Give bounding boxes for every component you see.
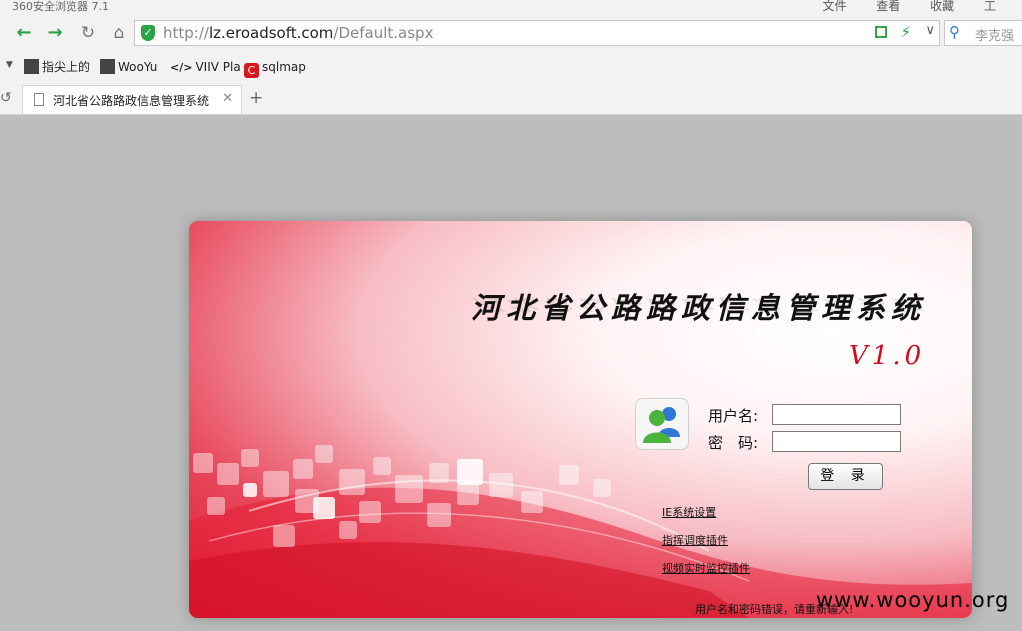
favorites-bar: ▼ 指尖上的 WooYu </> VIIV Pla Csqlmap — [0, 52, 1022, 82]
code-icon: </> — [170, 61, 193, 74]
menu-tools[interactable]: 工 — [984, 0, 996, 13]
browser-title-bar: 360安全浏览器 7.1 文件 查看 收藏 工 — [0, 0, 1022, 14]
password-label: 密 码: — [708, 434, 759, 452]
home-icon[interactable]: ⌂ — [107, 22, 131, 44]
url-host: lz.eroadsoft.com — [208, 24, 334, 42]
login-button[interactable]: 登 录 — [808, 463, 883, 490]
video-monitor-plugin-link[interactable]: 视频实时监控插件 — [662, 560, 750, 576]
avatar-icon — [24, 59, 39, 74]
login-panel: 河北省公路路政信息管理系统 河北省公路路政信息管理系统 V1.0 用户名: 密 … — [189, 221, 972, 618]
restore-tab-icon[interactable]: ↺ — [0, 90, 12, 106]
search-box[interactable]: ⚲ 李克强 — [944, 20, 1022, 46]
favorite-label: WooYu — [118, 60, 158, 74]
favorite-item[interactable]: Csqlmap — [244, 58, 306, 78]
browser-menu: 文件 查看 收藏 工 — [822, 0, 1022, 14]
lightning-icon[interactable]: ⚡ — [900, 23, 911, 41]
dispatch-plugin-link[interactable]: 指挥调度插件 — [662, 532, 728, 548]
menu-favorites[interactable]: 收藏 — [930, 0, 954, 13]
new-tab-icon[interactable]: + — [249, 88, 263, 108]
username-input[interactable] — [772, 404, 901, 425]
username-label: 用户名: — [708, 407, 759, 425]
ie-settings-link[interactable]: IE系统设置 — [662, 504, 716, 520]
forward-arrow-icon[interactable]: → — [43, 22, 67, 44]
tab-title: 河北省公路路政信息管理系统 — [53, 94, 210, 108]
qr-code-icon[interactable] — [875, 26, 887, 38]
back-arrow-icon[interactable]: ← — [12, 22, 36, 44]
password-input[interactable] — [772, 431, 901, 452]
favorite-label: 指尖上的 — [42, 60, 91, 74]
wooyun-icon — [100, 59, 115, 74]
close-icon[interactable]: ✕ — [222, 91, 233, 106]
search-placeholder: 李克强 — [975, 29, 1015, 44]
shield-icon[interactable]: ✓ — [141, 25, 155, 41]
favorites-expand-icon[interactable]: ▼ — [6, 60, 13, 70]
url-text[interactable]: http://lz.eroadsoft.com/Default.aspx — [163, 24, 433, 42]
url-prefix: http:// — [163, 24, 209, 42]
watermark-text: www.wooyun.org — [816, 588, 1010, 612]
tab-bar: ↺ 河北省公路路政信息管理系统 ✕ + — [0, 82, 1022, 115]
tab-active[interactable]: 河北省公路路政信息管理系统 ✕ — [22, 85, 242, 114]
sqlmap-icon: C — [244, 63, 259, 78]
version-label: V1.0 — [849, 341, 926, 371]
chevron-down-icon[interactable]: ∨ — [925, 23, 935, 38]
favorite-item[interactable]: 指尖上的 — [24, 58, 90, 76]
menu-file[interactable]: 文件 — [822, 0, 846, 13]
url-path: /Default.aspx — [333, 24, 434, 42]
reload-icon[interactable]: ↻ — [76, 22, 100, 44]
document-icon — [34, 93, 44, 106]
search-icon[interactable]: ⚲ — [949, 23, 960, 41]
favorite-item[interactable]: WooYu — [100, 58, 157, 76]
menu-view[interactable]: 查看 — [876, 0, 900, 13]
navigation-toolbar: ← → ↻ ⌂ ✓ http://lz.eroadsoft.com/Defaul… — [0, 14, 1022, 52]
browser-app-title: 360安全浏览器 7.1 — [12, 0, 109, 13]
favorite-label: VIIV Pla — [195, 60, 241, 74]
favorite-label: sqlmap — [262, 60, 306, 74]
system-title-reflection: 河北省公路路政信息管理系统 — [471, 295, 927, 314]
users-icon — [635, 398, 689, 450]
address-bar[interactable]: ✓ http://lz.eroadsoft.com/Default.aspx ⚡… — [134, 20, 940, 46]
favorite-item[interactable]: </> VIIV Pla — [170, 58, 241, 76]
